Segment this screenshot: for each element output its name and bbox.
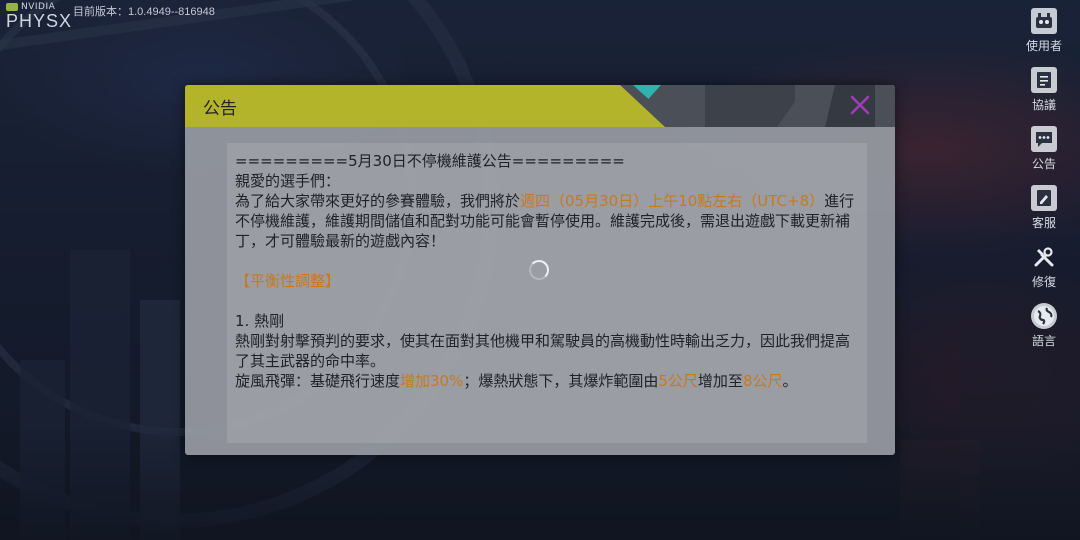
header-accent-stripe — [185, 85, 665, 127]
side-item-label: 語言 — [1031, 334, 1056, 348]
side-item-user[interactable]: 使用者 — [1014, 8, 1074, 67]
repair-tools-icon — [1031, 244, 1057, 270]
highlight-text: 週四（05月30日）上午10點左右 — [520, 192, 743, 210]
item-title: 1. 熱剛 — [235, 312, 285, 330]
text-span: 增加至 — [697, 372, 743, 390]
highlight-text: 8公尺 — [742, 372, 783, 390]
side-item-announcement[interactable]: 公告 — [1014, 126, 1074, 185]
highlight-text: 5公尺 — [658, 372, 698, 390]
text-span: ；爆熱狀態下，其爆炸範圍由 — [463, 372, 659, 390]
announcement-paragraph: 為了給大家帶來更好的參賽體驗，我們將於週四（05月30日）上午10點左右（UTC… — [235, 191, 859, 251]
globe-icon — [1031, 303, 1057, 329]
side-item-label: 協議 — [1031, 98, 1056, 112]
highlight-text: 增加30% — [400, 372, 464, 390]
side-menu: 使用者 協議 公告 客服 修復 語言 — [1014, 8, 1074, 362]
side-item-label: 使用者 — [1025, 39, 1062, 53]
chat-bubble-icon — [1031, 126, 1057, 152]
dialog-title: 公告 — [203, 99, 237, 119]
side-item-language[interactable]: 語言 — [1014, 303, 1074, 362]
text-span: 旋風飛彈：基礎飛行速度 — [235, 372, 401, 390]
text-span: 。 — [782, 372, 798, 390]
physx-label: PHYSX — [6, 11, 73, 31]
item-skill-line: 旋風飛彈：基礎飛行速度增加30%；爆熱狀態下，其爆炸範圍由5公尺增加至8公尺。 — [235, 371, 859, 391]
side-item-support[interactable]: 客服 — [1014, 185, 1074, 244]
side-item-label: 修復 — [1031, 275, 1056, 289]
nvidia-eye-icon — [6, 3, 18, 11]
text-span: 為了給大家帶來更好的參賽體驗，我們將於 — [235, 192, 521, 210]
announcement-header-line: =========5月30日不停機維護公告========= — [235, 152, 625, 170]
item-description: 熱剛對射擊預判的要求，使其在面對其他機甲和駕駛員的高機動性時輸出乏力，因此我們提… — [235, 332, 851, 370]
side-item-label: 客服 — [1031, 216, 1056, 230]
loading-spinner-icon — [529, 260, 549, 280]
highlight-text: （UTC+8） — [742, 192, 825, 210]
document-icon — [1031, 67, 1057, 93]
physx-logo: NVIDIA PHYSX — [6, 2, 72, 30]
side-item-repair[interactable]: 修復 — [1014, 244, 1074, 303]
announcement-content[interactable]: =========5月30日不停機維護公告========= 親愛的選手們： 為… — [227, 143, 867, 443]
side-item-label: 公告 — [1031, 157, 1056, 171]
user-avatar-icon — [1031, 8, 1057, 34]
dialog-header: 公告 — [185, 85, 895, 127]
header-decoration — [705, 85, 795, 127]
edit-note-icon — [1031, 185, 1057, 211]
close-icon[interactable] — [845, 90, 875, 120]
version-text: 目前版本：1.0.4949--816948 — [73, 6, 215, 18]
header-teal-accent — [633, 85, 661, 99]
announcement-greeting: 親愛的選手們： — [235, 172, 341, 190]
side-item-agreement[interactable]: 協議 — [1014, 67, 1074, 126]
